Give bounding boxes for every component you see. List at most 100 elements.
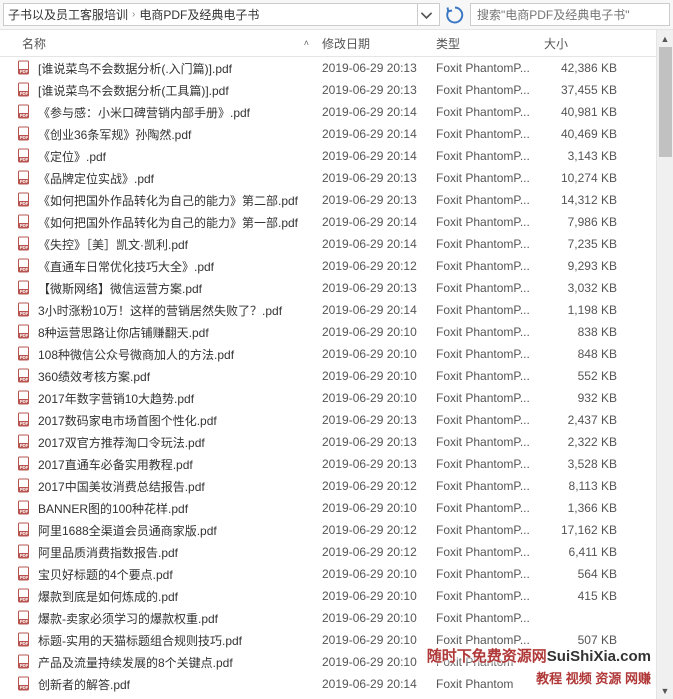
- file-row[interactable]: PDF 《失控》［美］凯文·凯利.pdf2019-06-29 20:14Foxi…: [0, 233, 673, 255]
- file-date: 2019-06-29 20:12: [316, 523, 430, 537]
- file-size: 7,235 KB: [538, 237, 623, 251]
- address-toolbar: 子书以及员工客服培训 › 电商PDF及经典电子书: [0, 0, 673, 30]
- breadcrumb-dropdown-icon[interactable]: [417, 3, 435, 26]
- svg-text:PDF: PDF: [20, 465, 29, 470]
- file-row[interactable]: PDF 2017数码家电市场首图个性化.pdf2019-06-29 20:13F…: [0, 409, 673, 431]
- column-header-name[interactable]: 名称 ˄: [16, 30, 316, 56]
- file-type: Foxit PhantomP...: [430, 127, 538, 141]
- file-row[interactable]: PDF 创新者的解答.pdf2019-06-29 20:14Foxit Phan…: [0, 673, 673, 695]
- svg-text:PDF: PDF: [20, 487, 29, 492]
- svg-text:PDF: PDF: [20, 553, 29, 558]
- file-date: 2019-06-29 20:10: [316, 567, 430, 581]
- breadcrumb-seg[interactable]: 电商PDF及经典电子书: [139, 6, 259, 23]
- scroll-down-icon[interactable]: ▼: [657, 682, 673, 699]
- file-name: 《参与感：小米口碑营销内部手册》.pdf: [38, 104, 316, 121]
- pdf-file-icon: PDF: [16, 544, 32, 560]
- file-name: 108种微信公众号微商加人的方法.pdf: [38, 346, 316, 363]
- pdf-file-icon: PDF: [16, 368, 32, 384]
- file-row[interactable]: PDF 《如何把国外作品转化为自己的能力》第二部.pdf2019-06-29 2…: [0, 189, 673, 211]
- file-size: 3,032 KB: [538, 281, 623, 295]
- file-name: 宝贝好标题的4个要点.pdf: [38, 566, 316, 583]
- file-type: Foxit PhantomP...: [430, 369, 538, 383]
- file-row[interactable]: PDF 爆款-卖家必须学习的爆款权重.pdf2019-06-29 20:10Fo…: [0, 607, 673, 629]
- file-date: 2019-06-29 20:14: [316, 677, 430, 691]
- vertical-scrollbar[interactable]: ▲ ▼: [656, 30, 673, 699]
- file-size: 40,469 KB: [538, 127, 623, 141]
- file-date: 2019-06-29 20:14: [316, 149, 430, 163]
- breadcrumb[interactable]: 子书以及员工客服培训 › 电商PDF及经典电子书: [3, 3, 440, 26]
- file-row[interactable]: PDF 《参与感：小米口碑营销内部手册》.pdf2019-06-29 20:14…: [0, 101, 673, 123]
- svg-text:PDF: PDF: [20, 443, 29, 448]
- file-row[interactable]: PDF 产品及流量持续发展的8个关键点.pdf2019-06-29 20:10F…: [0, 651, 673, 673]
- file-size: 10,274 KB: [538, 171, 623, 185]
- file-type: Foxit PhantomP...: [430, 237, 538, 251]
- scroll-thumb[interactable]: [659, 47, 672, 157]
- search-input[interactable]: [470, 3, 670, 26]
- pdf-file-icon: PDF: [16, 280, 32, 296]
- file-row[interactable]: PDF 《品牌定位实战》.pdf2019-06-29 20:13Foxit Ph…: [0, 167, 673, 189]
- pdf-file-icon: PDF: [16, 478, 32, 494]
- file-date: 2019-06-29 20:12: [316, 479, 430, 493]
- svg-text:PDF: PDF: [20, 355, 29, 360]
- file-row[interactable]: PDF 【微斯网络】微信运营方案.pdf2019-06-29 20:13Foxi…: [0, 277, 673, 299]
- file-row[interactable]: PDF 8种运营思路让你店铺赚翻天.pdf2019-06-29 20:10Fox…: [0, 321, 673, 343]
- file-name: 产品及流量持续发展的8个关键点.pdf: [38, 654, 316, 671]
- file-size: 37,455 KB: [538, 83, 623, 97]
- file-row[interactable]: PDF 《如何把国外作品转化为自己的能力》第一部.pdf2019-06-29 2…: [0, 211, 673, 233]
- file-size: 40,981 KB: [538, 105, 623, 119]
- pdf-file-icon: PDF: [16, 412, 32, 428]
- file-type: Foxit PhantomP...: [430, 193, 538, 207]
- file-type: Foxit Phantom: [430, 677, 538, 691]
- file-name: [谁说菜鸟不会数据分析(.入门篇)].pdf: [38, 60, 316, 77]
- file-row[interactable]: PDF 宝贝好标题的4个要点.pdf2019-06-29 20:10Foxit …: [0, 563, 673, 585]
- column-header-size[interactable]: 大小: [538, 30, 623, 56]
- pdf-file-icon: PDF: [16, 170, 32, 186]
- file-type: Foxit PhantomP...: [430, 215, 538, 229]
- pdf-file-icon: PDF: [16, 302, 32, 318]
- column-header-type[interactable]: 类型: [430, 30, 538, 56]
- pdf-file-icon: PDF: [16, 632, 32, 648]
- column-header-date[interactable]: 修改日期: [316, 30, 430, 56]
- svg-text:PDF: PDF: [20, 333, 29, 338]
- breadcrumb-seg[interactable]: 子书以及员工客服培训: [8, 6, 128, 23]
- file-date: 2019-06-29 20:12: [316, 545, 430, 559]
- file-row[interactable]: PDF 爆款到底是如何炼成的.pdf2019-06-29 20:10Foxit …: [0, 585, 673, 607]
- pdf-file-icon: PDF: [16, 588, 32, 604]
- refresh-button[interactable]: [443, 3, 467, 26]
- scroll-up-icon[interactable]: ▲: [657, 30, 673, 47]
- file-row[interactable]: PDF BANNER图的100种花样.pdf2019-06-29 20:10Fo…: [0, 497, 673, 519]
- file-row[interactable]: PDF [谁说菜鸟不会数据分析(.入门篇)].pdf2019-06-29 20:…: [0, 57, 673, 79]
- svg-text:PDF: PDF: [20, 399, 29, 404]
- column-header-label: 修改日期: [322, 35, 370, 52]
- file-row[interactable]: PDF 《直通车日常优化技巧大全》.pdf2019-06-29 20:12Fox…: [0, 255, 673, 277]
- file-row[interactable]: PDF 2017双官方推荐淘口令玩法.pdf2019-06-29 20:13Fo…: [0, 431, 673, 453]
- file-row[interactable]: PDF 108种微信公众号微商加人的方法.pdf2019-06-29 20:10…: [0, 343, 673, 365]
- file-size: 932 KB: [538, 391, 623, 405]
- file-date: 2019-06-29 20:14: [316, 303, 430, 317]
- file-row[interactable]: PDF 标题-实用的天猫标题组合规则技巧.pdf2019-06-29 20:10…: [0, 629, 673, 651]
- file-row[interactable]: PDF [谁说菜鸟不会数据分析(工具篇)].pdf2019-06-29 20:1…: [0, 79, 673, 101]
- breadcrumb-separator: ›: [128, 9, 139, 20]
- file-date: 2019-06-29 20:13: [316, 193, 430, 207]
- file-row[interactable]: PDF 2017中国美妆消费总结报告.pdf2019-06-29 20:12Fo…: [0, 475, 673, 497]
- pdf-file-icon: PDF: [16, 192, 32, 208]
- file-row[interactable]: PDF 阿里品质消费指数报告.pdf2019-06-29 20:12Foxit …: [0, 541, 673, 563]
- pdf-file-icon: PDF: [16, 148, 32, 164]
- file-name: 2017年数字营销10大趋势.pdf: [38, 390, 316, 407]
- file-list: PDF [谁说菜鸟不会数据分析(.入门篇)].pdf 2019-06-29 20:…: [0, 57, 673, 699]
- file-size: 838 KB: [538, 325, 623, 339]
- file-row[interactable]: PDF 《创业36条军规》孙陶然.pdf2019-06-29 20:14Foxi…: [0, 123, 673, 145]
- file-name: 《创业36条军规》孙陶然.pdf: [38, 126, 316, 143]
- file-type: Foxit PhantomP...: [430, 567, 538, 581]
- file-row[interactable]: PDF 2017直通车必备实用教程.pdf2019-06-29 20:13Fox…: [0, 453, 673, 475]
- file-row[interactable]: PDF 《定位》.pdf2019-06-29 20:14Foxit Phanto…: [0, 145, 673, 167]
- svg-text:PDF: PDF: [20, 245, 29, 250]
- file-row[interactable]: PDF 阿里1688全渠道会员通商家版.pdf2019-06-29 20:12F…: [0, 519, 673, 541]
- file-row[interactable]: PDF 360绩效考核方案.pdf2019-06-29 20:10Foxit P…: [0, 365, 673, 387]
- file-date: 2019-06-29 20:10: [316, 391, 430, 405]
- column-header-row: 名称 ˄ 修改日期 类型 大小: [0, 30, 673, 57]
- file-date: 2019-06-29 20:10: [316, 325, 430, 339]
- file-row[interactable]: PDF 3小时涨粉10万！这样的营销居然失败了？.pdf2019-06-29 2…: [0, 299, 673, 321]
- pdf-file-icon: PDF: [16, 654, 32, 670]
- file-row[interactable]: PDF 2017年数字营销10大趋势.pdf2019-06-29 20:10Fo…: [0, 387, 673, 409]
